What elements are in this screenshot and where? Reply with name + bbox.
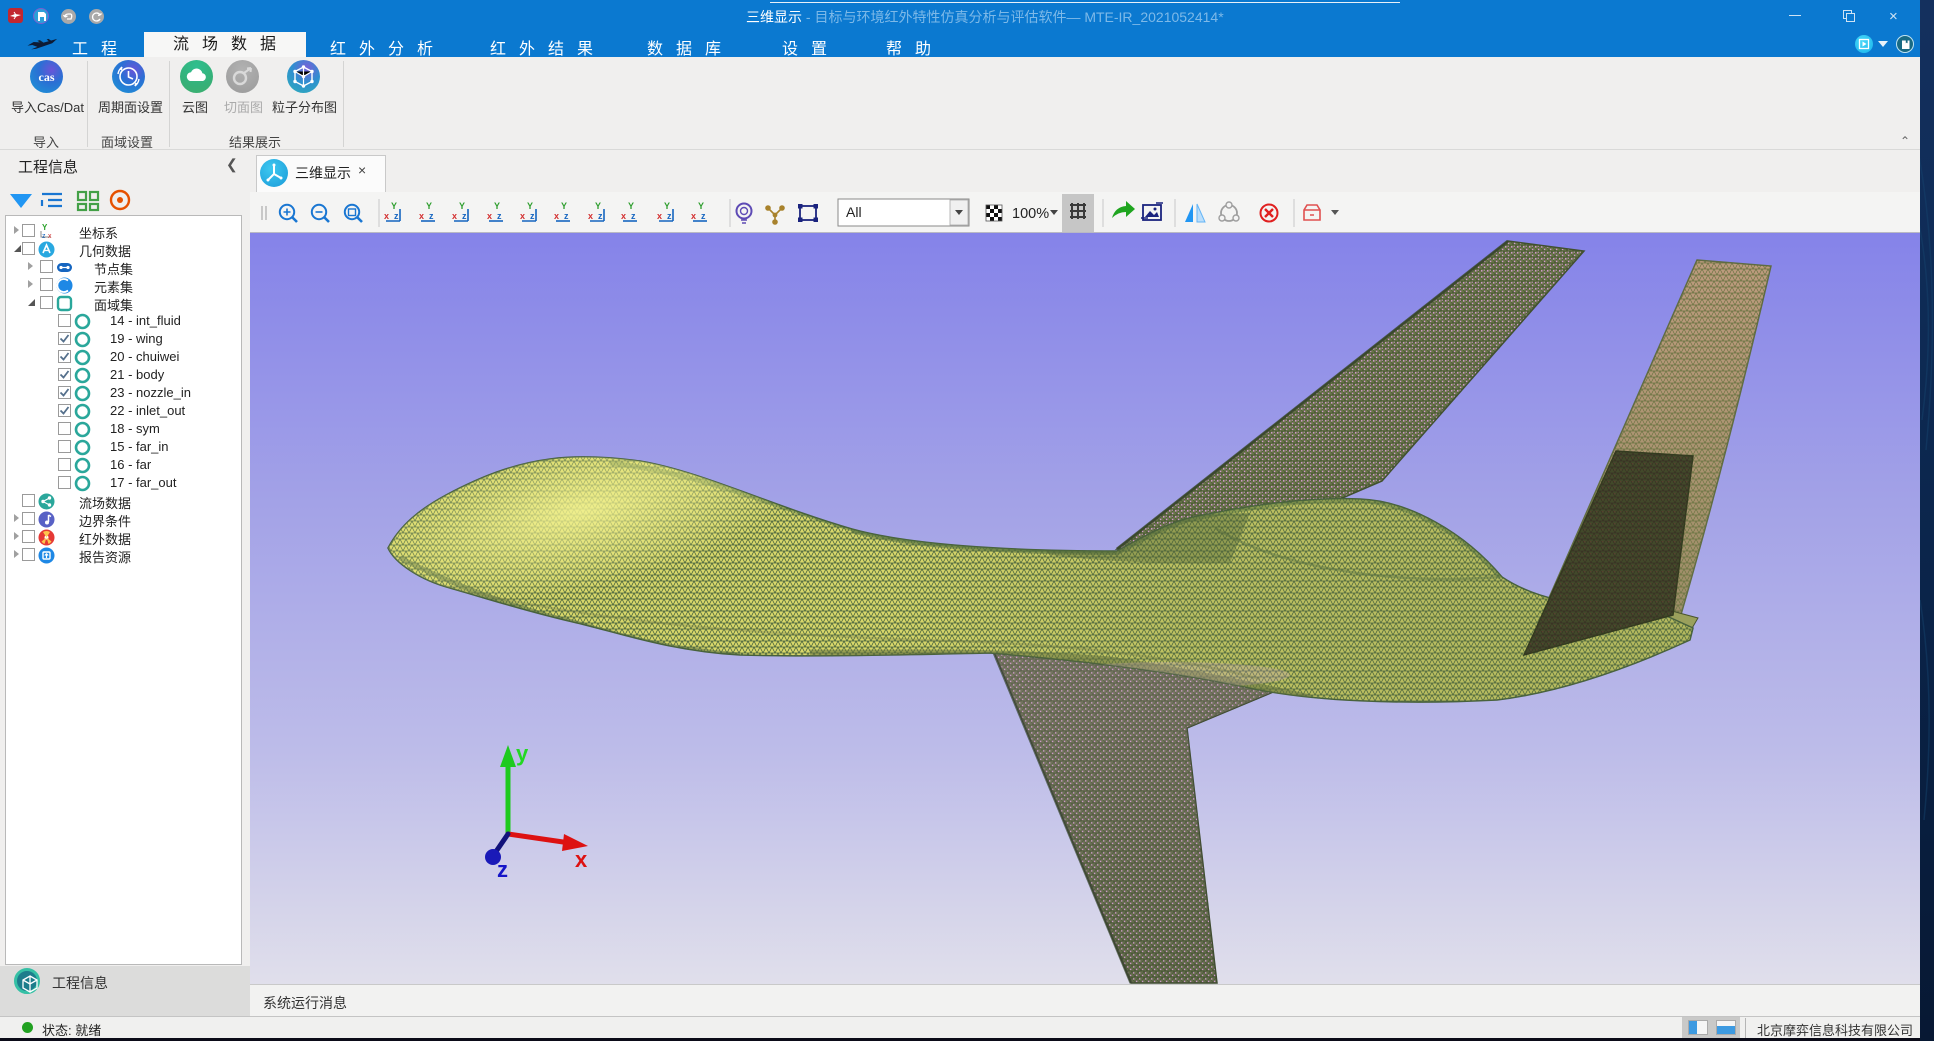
svg-text:Y: Y <box>391 201 397 211</box>
svg-text:z: z <box>497 211 502 221</box>
svg-text:x: x <box>588 211 593 221</box>
svg-text:Y: Y <box>595 201 601 211</box>
svg-text:Y: Y <box>426 201 432 211</box>
svg-text:x: x <box>657 211 662 221</box>
svg-text:Y: Y <box>664 201 670 211</box>
svg-text:x: x <box>384 211 389 221</box>
svg-text:Y: Y <box>698 201 704 211</box>
svg-text:x: x <box>419 211 424 221</box>
svg-text:Y: Y <box>42 223 48 232</box>
svg-text:z: z <box>462 211 467 221</box>
svg-text:x: x <box>452 211 457 221</box>
svg-text:z: z <box>394 211 399 221</box>
svg-text:z: z <box>42 233 46 240</box>
svg-text:Y: Y <box>459 201 465 211</box>
svg-text:y: y <box>516 741 529 766</box>
svg-text:x: x <box>575 847 588 872</box>
svg-text:All: All <box>846 204 862 220</box>
svg-text:Y: Y <box>628 201 634 211</box>
svg-text:x: x <box>554 211 559 221</box>
svg-text:z: z <box>429 211 434 221</box>
svg-text:100%: 100% <box>1012 206 1049 222</box>
svg-text:x: x <box>520 211 525 221</box>
svg-text:x: x <box>48 233 52 240</box>
svg-text:z: z <box>631 211 636 221</box>
svg-text:z: z <box>497 857 508 882</box>
svg-text:Y: Y <box>561 201 567 211</box>
svg-text:Y: Y <box>527 201 533 211</box>
svg-text:cas: cas <box>38 70 54 84</box>
svg-text:z: z <box>564 211 569 221</box>
svg-text:x: x <box>621 211 626 221</box>
svg-text:Y: Y <box>494 201 500 211</box>
svg-text:z: z <box>701 211 706 221</box>
svg-text:z: z <box>530 211 535 221</box>
svg-text:z: z <box>667 211 672 221</box>
svg-text:x: x <box>487 211 492 221</box>
svg-text:z: z <box>598 211 603 221</box>
svg-text:x: x <box>691 211 696 221</box>
